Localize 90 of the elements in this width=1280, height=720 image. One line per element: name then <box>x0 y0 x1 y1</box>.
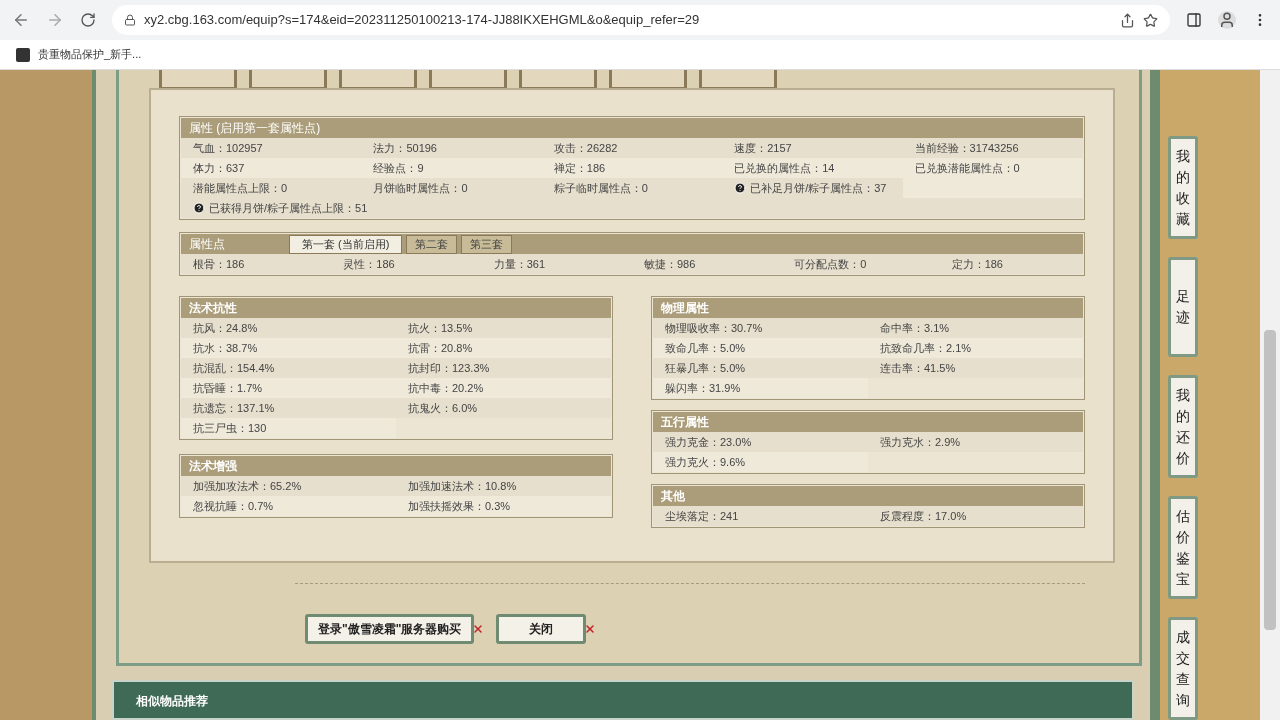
help-icon[interactable] <box>734 182 747 194</box>
stat-text: 抗中毒：20.2% <box>408 382 484 394</box>
panel-header: 五行属性 <box>653 412 1083 432</box>
stat-text: 狂暴几率：5.0% <box>665 362 746 374</box>
stat-text: 忽视抗睡：0.7% <box>193 500 274 512</box>
stat-text: 加强扶摇效果：0.3% <box>408 500 511 512</box>
scrollbar-thumb[interactable] <box>1264 330 1276 630</box>
stat-text: 命中率：3.1% <box>880 322 950 334</box>
stat-text: 气血：102957 <box>193 140 263 156</box>
help-icon[interactable] <box>193 202 205 214</box>
sidebar-button[interactable]: 成交查询 <box>1168 617 1198 720</box>
panel-header: 物理属性 <box>653 298 1083 318</box>
stat-text: 法力：50196 <box>373 140 437 156</box>
stat-text: 抗火：13.5% <box>408 322 473 334</box>
tab[interactable] <box>159 70 237 88</box>
stat-text: 当前经验：31743256 <box>914 140 1019 156</box>
stat-text: 抗昏睡：1.7% <box>193 382 263 394</box>
forward-icon[interactable] <box>46 11 64 29</box>
address-bar[interactable]: xy2.cbg.163.com/equip?s=174&eid=202311250100213-174-JJ88IKXEHGML&o&equip_refer=29 <box>112 5 1170 35</box>
sidebar-button[interactable]: 我的收藏 <box>1168 136 1198 239</box>
lock-icon <box>124 14 136 26</box>
action-button[interactable]: 登录"傲雪凌霜"服务器购买 <box>305 614 475 644</box>
panel-header: 其他 <box>653 486 1083 506</box>
set-tab[interactable]: 第三套 <box>461 235 513 254</box>
cross-icon <box>584 623 597 635</box>
stat-text: 物理吸收率：30.7% <box>665 322 763 334</box>
stat-text: 体力：637 <box>193 160 245 176</box>
tab[interactable] <box>609 70 687 88</box>
share-icon[interactable] <box>1120 12 1135 28</box>
panel-header: 属性 (启用第一套属性点) <box>181 118 1083 138</box>
cross-icon <box>472 623 485 635</box>
panel-header: 属性点 <box>188 236 226 253</box>
side-panel-icon[interactable] <box>1186 12 1202 28</box>
stat-text: 加强加攻法术：65.2% <box>193 480 302 492</box>
stat-text: 已兑换的属性点：14 <box>734 160 835 176</box>
bookmark-icon <box>16 47 30 62</box>
url-text: xy2.cbg.163.com/equip?s=174&eid=202311250100213-174-JJ88IKXEHGML&o&equip_refer=29 <box>144 11 701 30</box>
stat-text: 抗鬼火：6.0% <box>408 402 478 414</box>
stat-text: 粽子临时属性点：0 <box>553 180 648 196</box>
set-tab[interactable]: 第一套 (当前启用) <box>289 235 403 254</box>
tab[interactable] <box>519 70 597 88</box>
stat-text: 定力：186 <box>951 258 1003 270</box>
stat-text: 潜能属性点上限：0 <box>193 180 288 196</box>
tab[interactable] <box>699 70 777 88</box>
stat-text: 强力克火：9.6% <box>665 456 746 468</box>
action-button[interactable]: 关闭 <box>496 614 587 644</box>
stat-text: 敏捷：986 <box>644 258 696 270</box>
stat-text: 抗致命几率：2.1% <box>880 342 972 354</box>
panel-header: 法术增强 <box>181 456 611 476</box>
stat-text: 抗遗忘：137.1% <box>193 402 275 414</box>
stat-text: 根骨：186 <box>193 258 245 270</box>
sidebar-button[interactable]: 我的还价 <box>1168 375 1198 478</box>
stat-text: 灵性：186 <box>343 258 395 270</box>
star-icon[interactable] <box>1143 12 1158 28</box>
tab[interactable] <box>429 70 507 88</box>
panel-header: 法术抗性 <box>181 298 611 318</box>
profile-icon[interactable] <box>1218 11 1236 29</box>
stat-text: 可分配点数：0 <box>794 258 867 270</box>
sidebar-button[interactable]: 足迹 <box>1168 257 1198 357</box>
stat-text: 已获得月饼/粽子属性点上限：51 <box>209 200 368 216</box>
stat-text: 致命几率：5.0% <box>665 342 746 354</box>
set-tab[interactable]: 第二套 <box>406 235 458 254</box>
stat-text: 抗水：38.7% <box>193 342 258 354</box>
tab[interactable] <box>339 70 417 88</box>
stat-text: 抗雷：20.8% <box>408 342 473 354</box>
back-icon[interactable] <box>12 11 30 29</box>
reload-icon[interactable] <box>80 12 96 28</box>
stat-text: 速度：2157 <box>734 140 792 156</box>
stat-text: 已兑换潜能属性点：0 <box>914 160 1020 176</box>
stat-text: 月饼临时属性点：0 <box>373 180 468 196</box>
stat-text: 强力克金：23.0% <box>665 436 752 448</box>
section-title: 相似物品推荐 <box>136 694 208 709</box>
stat-text: 已补足月饼/粽子属性点：37 <box>750 180 887 196</box>
stat-text: 力量：361 <box>493 258 545 270</box>
stat-text: 连击率：41.5% <box>880 362 956 374</box>
sidebar-button[interactable]: 估价鉴宝 <box>1168 496 1198 599</box>
stat-text: 加强加速法术：10.8% <box>408 480 517 492</box>
stat-text: 强力克水：2.9% <box>880 436 961 448</box>
stat-text: 攻击：26282 <box>553 140 618 156</box>
stat-text: 尘埃落定：241 <box>665 510 739 522</box>
stat-text: 躲闪率：31.9% <box>665 382 741 394</box>
stat-text: 抗风：24.8% <box>193 322 258 334</box>
stat-text: 抗混乱：154.4% <box>193 362 275 374</box>
bookmark-link[interactable]: 贵重物品保护_新手... <box>38 46 142 63</box>
tab[interactable] <box>249 70 327 88</box>
stat-text: 禅定：186 <box>553 160 606 176</box>
stat-text: 抗三尸虫：130 <box>193 422 267 434</box>
stat-text: 抗封印：123.3% <box>408 362 490 374</box>
stat-text: 经验点：9 <box>373 160 424 176</box>
stat-text: 反震程度：17.0% <box>880 510 967 522</box>
